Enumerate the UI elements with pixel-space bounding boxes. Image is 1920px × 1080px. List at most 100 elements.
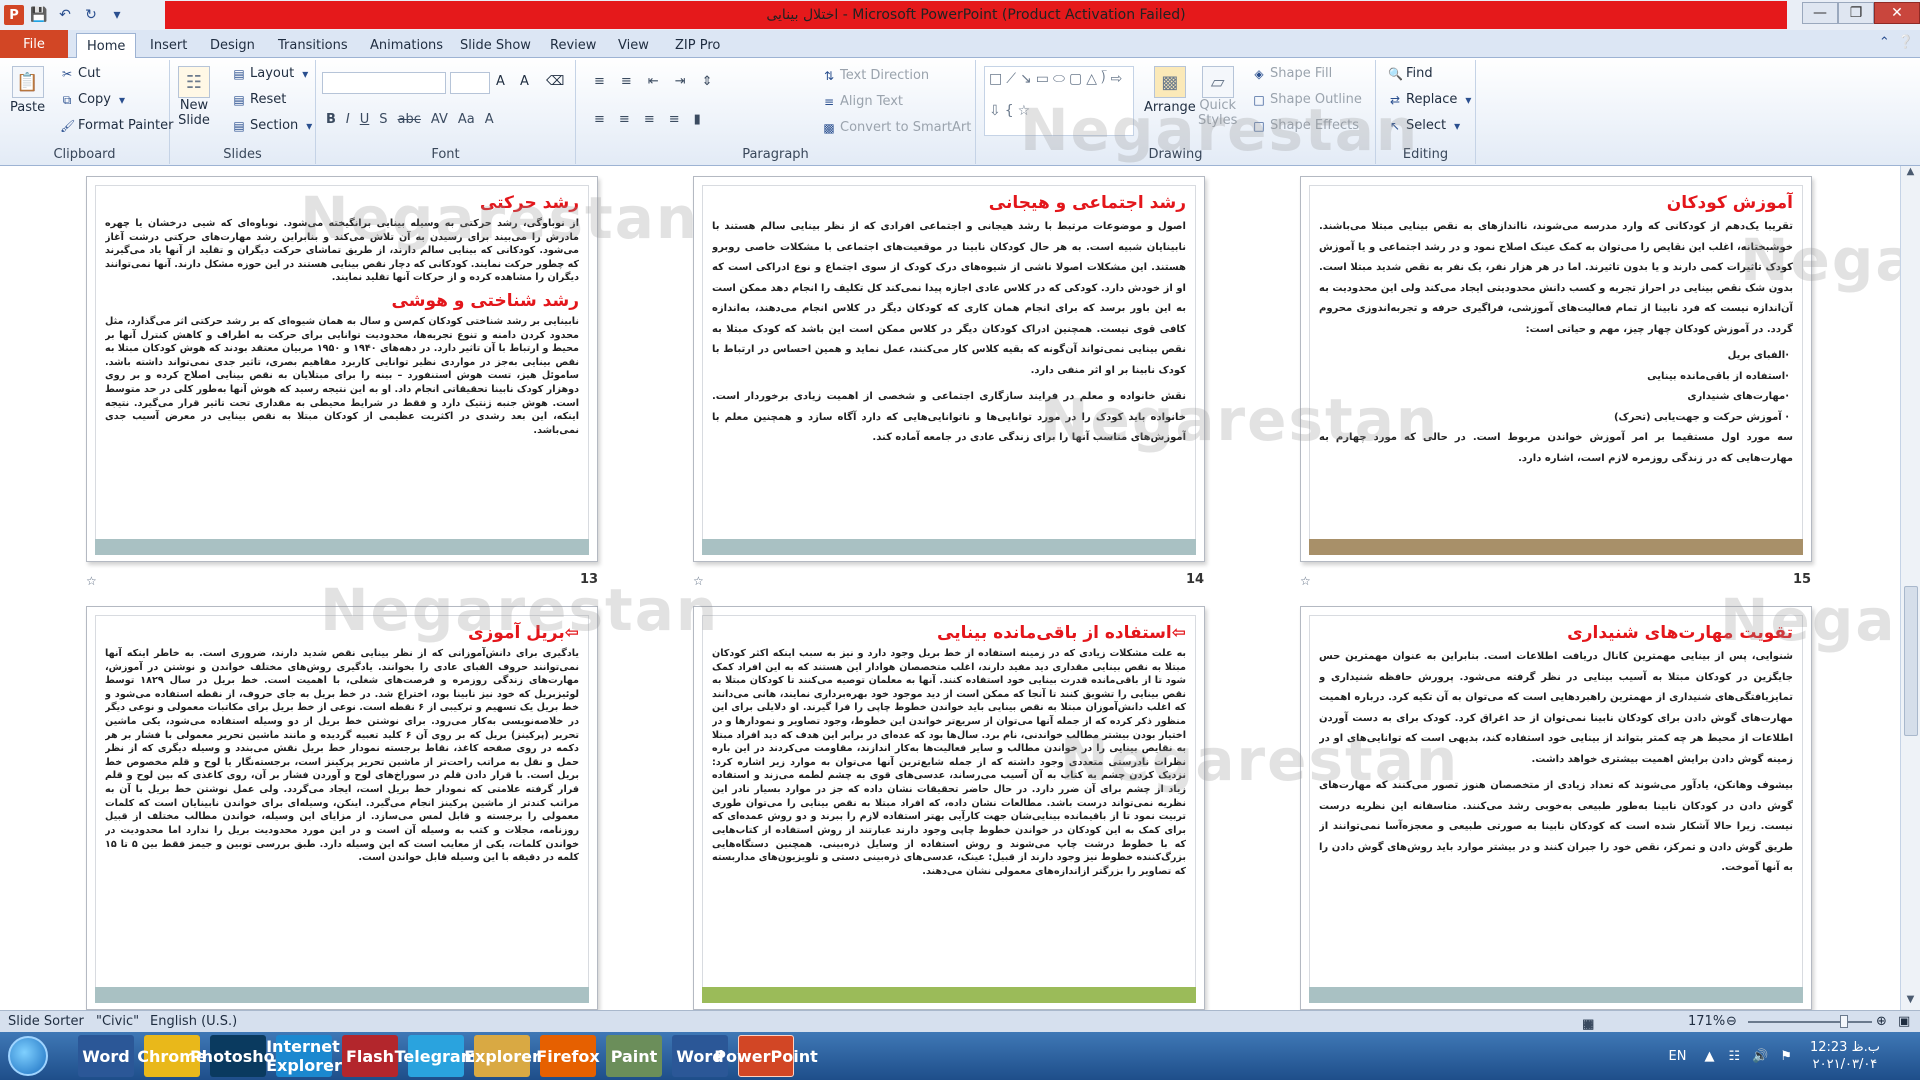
redo-icon[interactable]: ↻ — [80, 4, 102, 26]
layout-button[interactable]: ▤ Layout ▾ — [232, 66, 312, 81]
zoom-slider[interactable] — [1748, 1021, 1872, 1023]
rectangle-shape-icon[interactable]: ▭ — [1036, 71, 1049, 99]
language-indicator[interactable]: English (U.S.) — [150, 1014, 237, 1029]
taskbar-app-firefox[interactable]: Firefox — [536, 1035, 600, 1077]
find-button[interactable]: 🔍 Find — [1388, 66, 1433, 81]
vertical-scrollbar[interactable]: ▲ ▼ — [1900, 166, 1920, 1010]
shape-outline-button[interactable]: □ Shape Outline — [1252, 92, 1362, 107]
taskbar-app-ie[interactable]: Internet Explorer — [266, 1035, 342, 1077]
line-shape-icon[interactable]: ⟋ — [1006, 71, 1016, 99]
maximize-button[interactable]: ❐ — [1838, 2, 1874, 24]
transition-star-icon[interactable]: ☆ — [86, 574, 97, 588]
transition-star-icon[interactable]: ☆ — [1300, 574, 1311, 588]
customize-qat-icon[interactable]: ▾ — [106, 4, 128, 26]
cut-button[interactable]: ✂ Cut — [60, 66, 100, 81]
slide-thumbnail-17[interactable]: ⇦استفاده از باقی‌مانده بینایی به علت مشک… — [693, 606, 1205, 1010]
grow-font-button[interactable]: A — [496, 74, 505, 89]
close-button[interactable]: ✕ — [1874, 2, 1920, 24]
taskbar-app-paint[interactable]: Paint — [606, 1035, 662, 1077]
minimize-button[interactable]: — — [1802, 2, 1838, 24]
shapes-gallery[interactable]: □ ⟋ ↘ ▭ ⬭ ▢ △ ⟌ ⇨ ⇩{☆ — [984, 66, 1134, 136]
minimize-ribbon-icon[interactable]: ⌃ — [1879, 35, 1890, 50]
justify-icon[interactable]: ≡ — [669, 112, 680, 127]
action-center-icon[interactable]: ⚑ — [1780, 1049, 1792, 1064]
tab-review[interactable]: Review — [540, 33, 606, 58]
italic-button[interactable]: I — [346, 112, 350, 127]
fit-to-window-icon[interactable]: ▣ — [1898, 1014, 1910, 1029]
tray-expand-icon[interactable]: ▲ — [1704, 1049, 1714, 1064]
slide-thumbnail-14[interactable]: رشد اجتماعی و هیجانی اصول و موضوعات مرتب… — [693, 176, 1205, 562]
zoom-in-icon[interactable]: ⊕ — [1876, 1014, 1887, 1029]
strikethrough-button[interactable]: abc — [398, 112, 421, 127]
slide-thumbnail-13[interactable]: رشد حرکتی از نوباوگی، رشد حرکتی به وسیله… — [86, 176, 598, 562]
tab-design[interactable]: Design — [200, 33, 265, 58]
undo-icon[interactable]: ↶ — [54, 4, 76, 26]
save-icon[interactable]: 💾 — [28, 4, 50, 26]
textbox-shape-icon[interactable]: □ — [989, 71, 1002, 99]
tab-insert[interactable]: Insert — [140, 33, 197, 58]
line-spacing-icon[interactable]: ⇕ — [702, 74, 713, 89]
paste-button[interactable]: 📋 Paste — [10, 66, 45, 115]
copy-button[interactable]: ⧉ Copy ▾ — [60, 92, 129, 107]
shrink-font-button[interactable]: A — [520, 74, 529, 89]
character-spacing-button[interactable]: AV — [431, 112, 448, 127]
taskbar-app-powerpoint[interactable]: PowerPoint — [714, 1035, 818, 1077]
text-direction-button[interactable]: ⇅ Text Direction — [822, 68, 929, 83]
tab-animations[interactable]: Animations — [360, 33, 453, 58]
underline-button[interactable]: U — [360, 112, 370, 127]
language-bar[interactable]: EN — [1669, 1049, 1687, 1064]
zoom-level[interactable]: 171% — [1688, 1014, 1725, 1029]
convert-smartart-button[interactable]: ▩ Convert to SmartArt — [822, 120, 971, 135]
tab-slide-show[interactable]: Slide Show — [450, 33, 541, 58]
reset-button[interactable]: ▤ Reset — [232, 92, 286, 107]
format-painter-button[interactable]: 🖌 Format Painter — [60, 118, 173, 133]
shape-effects-button[interactable]: □ Shape Effects — [1252, 118, 1359, 133]
taskbar-app-explorer[interactable]: Explorer — [464, 1035, 540, 1077]
right-arrow-shape-icon[interactable]: ⇨ — [1111, 71, 1123, 99]
clear-formatting-icon[interactable]: ⌫ — [546, 74, 564, 89]
clock[interactable]: 12:23 ب.ظ ۲۰۲۱/۰۳/۰۴ — [1810, 1039, 1880, 1073]
change-case-button[interactable]: Aa — [458, 112, 475, 127]
slide-thumbnail-16[interactable]: ⇦بریل آموزی یادگیری برای دانش‌آموزانی که… — [86, 606, 598, 1010]
brace-shape-icon[interactable]: { — [1005, 103, 1014, 131]
slide-thumbnail-15[interactable]: آموزش کودکان تقریبا یک‌دهم از کودکانی که… — [1300, 176, 1812, 562]
slide-thumbnail-18[interactable]: تقویت مهارت‌های شنیداری شنوایی، پس از بی… — [1300, 606, 1812, 1010]
scroll-up-icon[interactable]: ▲ — [1901, 166, 1920, 182]
taskbar-app-telegram[interactable]: Telegram — [395, 1035, 477, 1077]
tab-view[interactable]: View — [608, 33, 659, 58]
arrow-shape-icon[interactable]: ↘ — [1020, 71, 1032, 99]
columns-icon[interactable]: ▮ — [694, 112, 701, 127]
transition-star-icon[interactable]: ☆ — [693, 574, 704, 588]
scroll-down-icon[interactable]: ▼ — [1901, 994, 1920, 1010]
increase-indent-icon[interactable]: ⇥ — [675, 74, 686, 89]
start-button[interactable] — [8, 1036, 48, 1076]
quick-styles-button[interactable]: ▱ Quick Styles — [1198, 66, 1237, 128]
tab-transitions[interactable]: Transitions — [268, 33, 358, 58]
bullets-icon[interactable]: ≡ — [594, 74, 605, 89]
align-center-icon[interactable]: ≡ — [619, 112, 630, 127]
align-text-button[interactable]: ≡ Align Text — [822, 94, 903, 109]
star-shape-icon[interactable]: ☆ — [1018, 103, 1031, 131]
new-slide-button[interactable]: ☷ New Slide — [178, 66, 210, 128]
rounded-rect-icon[interactable]: ▢ — [1069, 71, 1082, 99]
bold-button[interactable]: B — [326, 112, 336, 127]
font-size-field[interactable] — [450, 72, 490, 94]
slideshow-view-icon[interactable]: ▩ — [1582, 1017, 1594, 1032]
volume-icon[interactable]: 🔊 — [1752, 1049, 1768, 1064]
oval-shape-icon[interactable]: ⬭ — [1053, 71, 1065, 99]
shape-fill-button[interactable]: ◈ Shape Fill — [1252, 66, 1332, 81]
numbering-icon[interactable]: ≡ — [621, 74, 632, 89]
replace-button[interactable]: ⇄ Replace ▾ — [1388, 92, 1475, 107]
tab-home[interactable]: Home — [76, 33, 137, 58]
powerpoint-app-icon[interactable]: P — [4, 5, 24, 25]
taskbar-app-word[interactable]: Word — [78, 1035, 134, 1077]
select-button[interactable]: ↖ Select ▾ — [1388, 118, 1464, 133]
network-icon[interactable]: ☷ — [1728, 1049, 1740, 1064]
align-right-icon[interactable]: ≡ — [644, 112, 655, 127]
font-name-field[interactable] — [322, 72, 446, 94]
zoom-out-icon[interactable]: ⊖ — [1726, 1014, 1737, 1029]
triangle-shape-icon[interactable]: △ — [1086, 71, 1097, 99]
zoom-slider-thumb[interactable] — [1840, 1015, 1848, 1028]
connector-shape-icon[interactable]: ⟌ — [1101, 71, 1107, 99]
decrease-indent-icon[interactable]: ⇤ — [648, 74, 659, 89]
